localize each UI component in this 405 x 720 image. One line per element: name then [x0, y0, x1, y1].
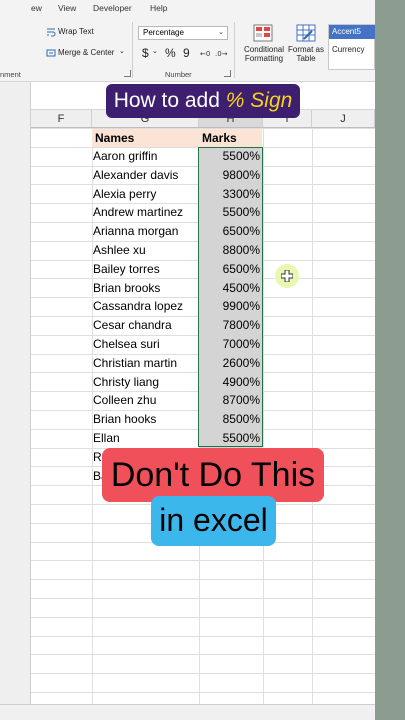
mark-cell[interactable]: 5500% [199, 429, 262, 448]
mark-cell[interactable]: 4500% [199, 278, 262, 298]
wrap-text-button[interactable]: Wrap Text [58, 27, 94, 36]
grid-row-line [31, 673, 375, 675]
mark-cell[interactable]: 7000% [199, 335, 262, 354]
number-group-label: Number [165, 70, 192, 79]
name-cell[interactable]: Cesar chandra [93, 316, 172, 334]
ribbon-separator [132, 22, 133, 78]
percent-style-button[interactable]: % [165, 46, 176, 60]
merge-center-button[interactable]: Merge & Center [58, 48, 114, 57]
mark-cell[interactable]: 5500% [199, 203, 262, 223]
menu-help[interactable]: Help [150, 3, 167, 13]
decrease-decimal-icon[interactable]: .0→ [215, 48, 227, 58]
currency-format-button[interactable]: $ [142, 46, 149, 60]
mouse-cursor-highlight [275, 264, 299, 288]
comma-style-button[interactable]: 9 [183, 46, 190, 60]
conditional-formatting-button[interactable]: Conditional Formatting [242, 45, 286, 63]
ribbon-separator [234, 22, 235, 78]
banner-prefix: How to add [113, 89, 226, 112]
name-cell[interactable]: Alexander davis [93, 166, 178, 184]
grid-column-line [263, 128, 264, 704]
window-edge [375, 0, 405, 720]
mark-cell[interactable]: 9900% [199, 297, 262, 317]
name-cell[interactable]: Alexia perry [93, 185, 156, 203]
name-cell[interactable]: Ellan [93, 429, 120, 447]
names-header-cell[interactable]: Names [92, 129, 199, 147]
name-cell[interactable]: Arianna morgan [93, 222, 178, 240]
menu-bar: ew View Developer Help [0, 0, 375, 16]
mark-cell[interactable]: 4900% [199, 372, 262, 392]
alignment-launcher-icon[interactable] [124, 70, 131, 77]
name-cell[interactable]: Bailey torres [93, 260, 160, 278]
select-all-corner[interactable] [0, 82, 31, 128]
sheet-tab-bar [0, 704, 375, 720]
marks-header-cell[interactable]: Marks [199, 129, 262, 147]
grid-row-line [31, 635, 375, 637]
cell-styles-gallery[interactable]: Accent5 Currency [328, 24, 375, 70]
format-as-table-button[interactable]: Format as Table [288, 45, 324, 63]
menu-view-partial[interactable]: ew [31, 3, 42, 13]
mark-cell[interactable]: 6500% [199, 259, 262, 279]
column-header-f[interactable]: F [31, 110, 92, 128]
grid-row-line [31, 560, 375, 562]
menu-view[interactable]: View [58, 3, 76, 13]
mark-cell[interactable]: 7800% [199, 316, 262, 335]
number-format-value: Percentage [143, 28, 184, 37]
merge-center-icon [46, 49, 56, 57]
mark-cell[interactable]: 6500% [199, 222, 262, 241]
title-banner: How to add % Sign [106, 84, 300, 118]
grid-column-line [312, 128, 313, 704]
alignment-group-label: nment [0, 70, 21, 79]
grid-row-line [31, 616, 375, 618]
name-cell[interactable]: Ashlee xu [93, 241, 146, 259]
grid-row-line [31, 579, 375, 581]
grid-row-line [31, 654, 375, 656]
increase-decimal-icon[interactable]: ←0 [200, 48, 212, 58]
name-cell[interactable]: Chelsea suri [93, 335, 160, 353]
name-cell[interactable]: Andrew martinez [93, 203, 183, 221]
name-cell[interactable]: Brian brooks [93, 279, 160, 297]
currency-dropdown-chevron-icon[interactable]: ⌄ [152, 47, 158, 55]
name-cell[interactable]: Christy liang [93, 373, 159, 391]
wrap-text-icon [47, 28, 56, 37]
conditional-formatting-line2: Formatting [244, 54, 284, 63]
svg-text:.0→: .0→ [215, 50, 227, 58]
mark-cell[interactable]: 8800% [199, 241, 262, 260]
mark-cell[interactable]: 8500% [199, 410, 262, 429]
mark-cell[interactable]: 2600% [199, 353, 262, 373]
mark-cell[interactable]: 9800% [199, 165, 262, 185]
name-cell[interactable]: Cassandra lopez [93, 297, 183, 315]
format-as-table-line1: Format as [288, 45, 325, 54]
conditional-formatting-line1: Conditional [243, 45, 285, 54]
cell-cursor-plus-icon [281, 270, 293, 282]
conditional-formatting-icon [253, 24, 273, 42]
style-currency[interactable]: Currency [332, 45, 364, 54]
in-excel-caption: in excel [151, 496, 276, 546]
svg-text:←0: ←0 [200, 50, 210, 58]
grid-row-line [31, 598, 375, 599]
column-header-j[interactable]: J [312, 110, 375, 128]
format-as-table-line2: Table [296, 54, 316, 63]
name-cell[interactable]: Brian hooks [93, 410, 156, 428]
row-header-gutter[interactable] [0, 128, 31, 704]
style-accent5[interactable]: Accent5 [329, 25, 375, 39]
chevron-down-icon: ⌄ [218, 29, 224, 36]
mark-cell[interactable]: 3300% [199, 184, 262, 204]
format-as-table-icon [296, 24, 316, 42]
name-cell[interactable]: Christian martin [93, 354, 177, 372]
grid-row-line [31, 692, 375, 693]
name-cell[interactable]: Colleen zhu [93, 391, 156, 409]
ribbon: Wrap Text Merge & Center ⌄ nment Percent… [0, 16, 375, 82]
banner-highlight: % Sign [225, 89, 293, 112]
menu-developer[interactable]: Developer [93, 3, 132, 13]
name-cell[interactable]: Aaron griffin [93, 147, 157, 165]
number-launcher-icon[interactable] [224, 70, 231, 77]
dont-do-this-caption: Don't Do This [102, 448, 324, 502]
merge-dropdown-chevron-icon[interactable]: ⌄ [119, 47, 125, 55]
mark-cell[interactable]: 5500% [199, 147, 262, 166]
mark-cell[interactable]: 8700% [199, 391, 262, 411]
number-format-select[interactable]: Percentage ⌄ [138, 26, 228, 40]
